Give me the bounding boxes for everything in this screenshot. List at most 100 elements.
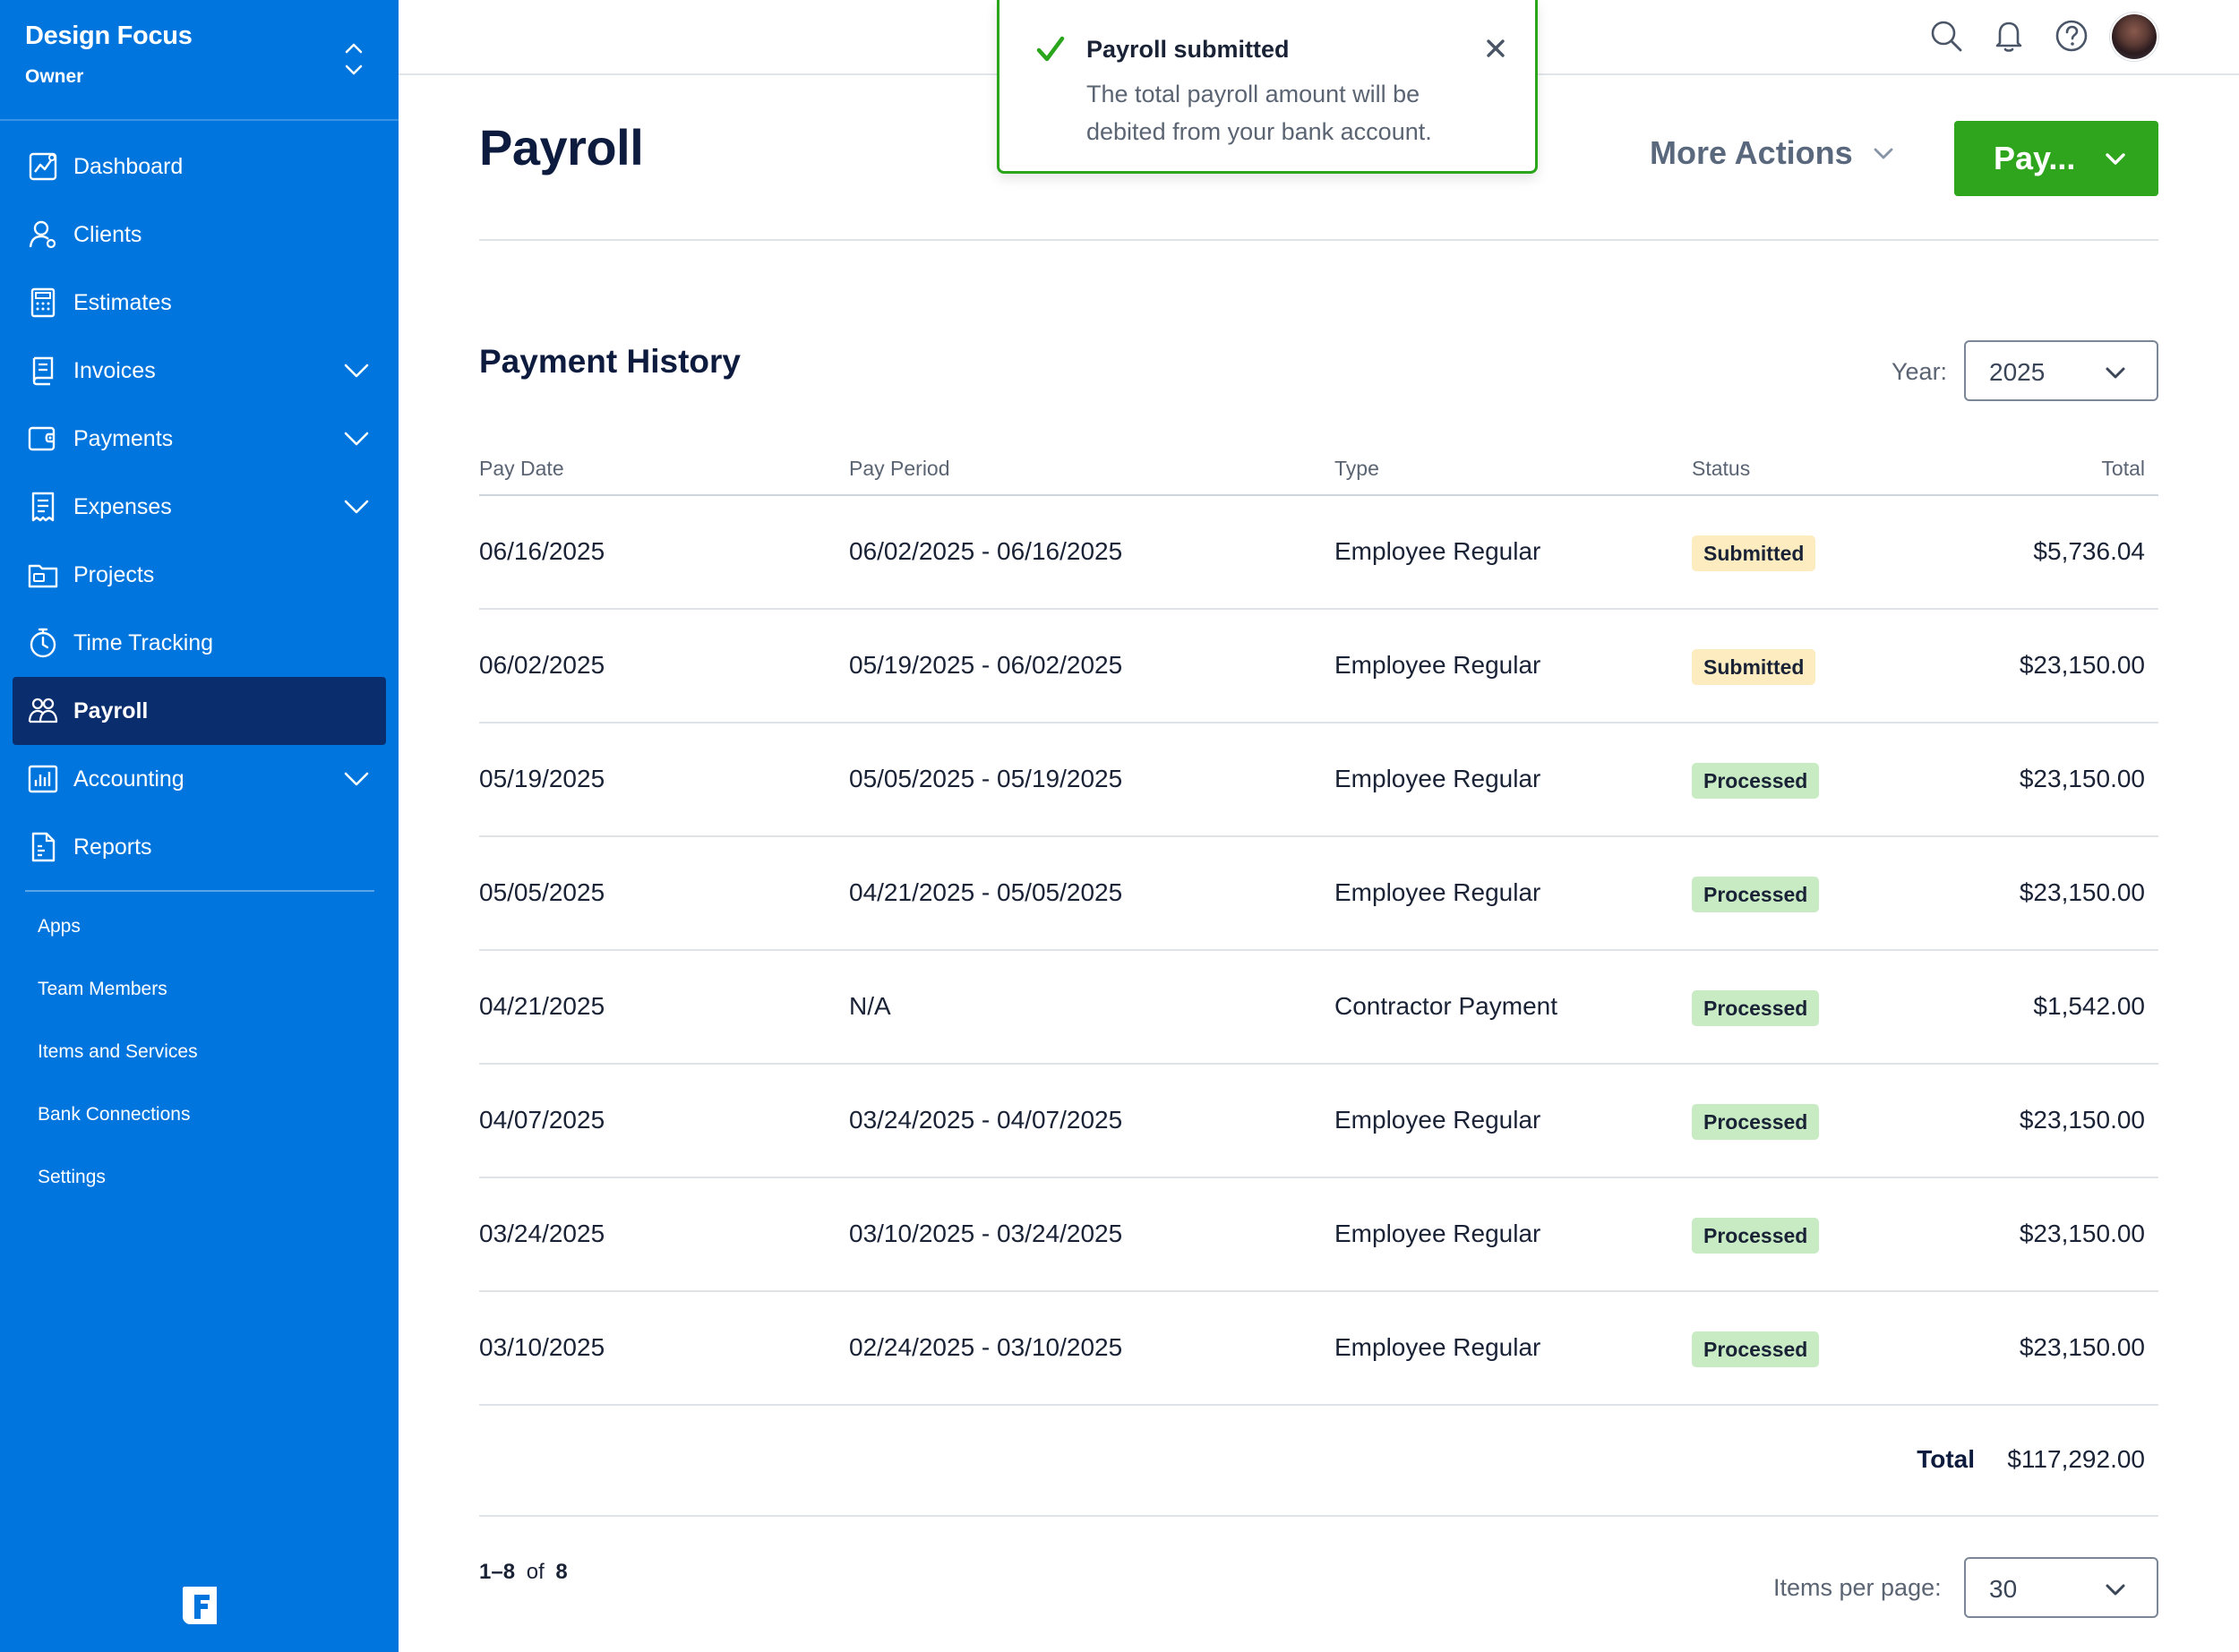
table-body: 06/16/2025 06/02/2025 - 06/16/2025 Employe… (479, 496, 2158, 1406)
sidebar-item-accounting[interactable]: Accounting (13, 745, 386, 813)
total-label: Total (1917, 1445, 1975, 1473)
table-row[interactable]: 06/16/2025 06/02/2025 - 06/16/2025 Employe… (479, 496, 2158, 610)
chevron-down-icon[interactable] (343, 358, 370, 383)
table-row[interactable]: 05/19/2025 05/05/2025 - 05/19/2025 Employe… (479, 723, 2158, 837)
table-row[interactable]: 05/05/2025 04/21/2025 - 05/05/2025 Employe… (479, 837, 2158, 951)
chevron-down-icon (2106, 153, 2125, 165)
sidebar-item-label: Estimates (73, 289, 172, 315)
section-title: Payment History (479, 343, 741, 380)
sidebar-link-apps[interactable]: Apps (0, 895, 399, 958)
status-badge: Submitted (1692, 649, 1816, 685)
sidebar-item-label: Projects (73, 561, 155, 587)
year-select[interactable]: 2025 (1964, 340, 2158, 401)
chevron-down-icon[interactable] (343, 766, 370, 792)
sidebar-link-items-and-services[interactable]: Items and Services (0, 1021, 399, 1083)
table-row[interactable]: 03/10/2025 02/24/2025 - 03/10/2025 Employe… (479, 1292, 2158, 1406)
close-icon[interactable] (1483, 36, 1508, 61)
dashboard-icon (29, 152, 57, 181)
cell-total: $5,736.04 (2033, 537, 2145, 565)
chevron-down-icon (2106, 367, 2125, 379)
sidebar-link-settings[interactable]: Settings (0, 1146, 399, 1209)
cell-type: Employee Regular (1334, 1220, 1541, 1247)
status-badge: Submitted (1692, 535, 1816, 571)
sidebar-item-label: Expenses (73, 493, 172, 519)
cell-pay-period: 03/10/2025 - 03/24/2025 (849, 1220, 1123, 1247)
search-icon[interactable] (1926, 16, 1966, 56)
cell-pay-date: 05/19/2025 (479, 765, 605, 792)
cell-type: Employee Regular (1334, 537, 1541, 565)
sidebar-item-time-tracking[interactable]: Time Tracking (13, 609, 386, 677)
user-role: Owner (25, 66, 84, 87)
chevron-down-icon[interactable] (343, 426, 370, 451)
cell-type: Employee Regular (1334, 878, 1541, 906)
column-header-status[interactable]: Status (1692, 457, 1750, 481)
items-per-page-label: Items per page: (1773, 1574, 1942, 1601)
cell-pay-period: 04/21/2025 - 05/05/2025 (849, 878, 1123, 906)
chevron-down-icon (2106, 1584, 2125, 1596)
cell-total: $1,542.00 (2033, 992, 2145, 1020)
sidebar-item-payroll[interactable]: Payroll (13, 677, 386, 745)
chevron-down-icon (1874, 148, 1893, 159)
sidebar-item-estimates[interactable]: Estimates (13, 269, 386, 337)
payments-icon (28, 426, 56, 451)
cell-total: $23,150.00 (2019, 1333, 2145, 1361)
cell-pay-date: 03/24/2025 (479, 1220, 605, 1247)
chevron-down-icon[interactable] (343, 494, 370, 519)
cell-type: Contractor Payment (1334, 992, 1557, 1020)
pay-button[interactable]: Pay... (1954, 121, 2158, 196)
column-header-pay-date[interactable]: Pay Date (479, 457, 564, 481)
toast-message: The total payroll amount will be debited… (1086, 81, 1432, 145)
sidebar-link-team-members[interactable]: Team Members (0, 958, 399, 1021)
cell-pay-period: 06/02/2025 - 06/16/2025 (849, 537, 1123, 565)
more-actions-label: More Actions (1650, 134, 1853, 171)
business-switcher[interactable]: Design Focus Owner (0, 0, 399, 121)
column-header-pay-period[interactable]: Pay Period (849, 457, 950, 481)
items-per-page-select[interactable]: 30 (1964, 1557, 2158, 1618)
sidebar-item-reports[interactable]: Reports (13, 813, 386, 881)
cell-type: Employee Regular (1334, 1333, 1541, 1361)
bell-icon[interactable] (1989, 16, 2029, 56)
table-row[interactable]: 04/07/2025 03/24/2025 - 04/07/2025 Employe… (479, 1065, 2158, 1178)
help-icon[interactable] (2052, 16, 2091, 56)
people-icon (28, 698, 58, 723)
table-row[interactable]: 03/24/2025 03/10/2025 - 03/24/2025 Employe… (479, 1178, 2158, 1292)
chevron-up-down-icon (345, 43, 363, 75)
secondary-nav: Apps Team Members Items and Services Ban… (0, 895, 399, 1209)
freshbooks-logo-icon[interactable] (177, 1583, 222, 1628)
cell-type: Employee Regular (1334, 651, 1541, 679)
sidebar-item-dashboard[interactable]: Dashboard (13, 133, 386, 201)
avatar[interactable] (2110, 13, 2158, 61)
sidebar-item-payments[interactable]: Payments (13, 405, 386, 473)
sidebar-item-clients[interactable]: Clients (13, 201, 386, 269)
pagination-of: of (526, 1560, 545, 1584)
checkmark-icon (1036, 36, 1065, 62)
sidebar-item-label: Payments (73, 425, 174, 451)
sidebar-item-projects[interactable]: Projects (13, 541, 386, 609)
sidebar-item-label: Clients (73, 221, 142, 247)
year-select-value: 2025 (1989, 358, 2046, 386)
table-row[interactable]: 06/02/2025 05/19/2025 - 06/02/2025 Employe… (479, 610, 2158, 723)
header-divider (479, 239, 2158, 241)
projects-icon (28, 564, 58, 588)
cell-total: $23,150.00 (2019, 878, 2145, 906)
sidebar-link-bank-connections[interactable]: Bank Connections (0, 1083, 399, 1146)
cell-pay-date: 06/02/2025 (479, 651, 605, 679)
sidebar-item-invoices[interactable]: Invoices (13, 337, 386, 405)
pay-button-label: Pay... (1994, 140, 2076, 176)
accounting-icon (28, 765, 58, 793)
cell-pay-period: 03/24/2025 - 04/07/2025 (849, 1106, 1123, 1134)
column-header-total[interactable]: Total (2101, 457, 2145, 481)
pagination-summary: 1–8 of 8 (479, 1560, 568, 1585)
sidebar-item-label: Invoices (73, 357, 156, 383)
table-row[interactable]: 04/21/2025 N/A Contractor Payment Processed… (479, 951, 2158, 1065)
invoices-icon (32, 356, 54, 386)
sidebar-item-expenses[interactable]: Expenses (13, 473, 386, 541)
more-actions-button[interactable]: More Actions (1650, 134, 1896, 172)
items-per-page-value: 30 (1989, 1575, 2018, 1603)
column-header-type[interactable]: Type (1334, 457, 1379, 481)
business-name: Design Focus (25, 21, 193, 50)
pagination-count: 8 (555, 1560, 568, 1584)
expenses-icon (31, 492, 55, 522)
sidebar-item-label: Payroll (73, 698, 149, 723)
reports-icon (31, 832, 56, 862)
